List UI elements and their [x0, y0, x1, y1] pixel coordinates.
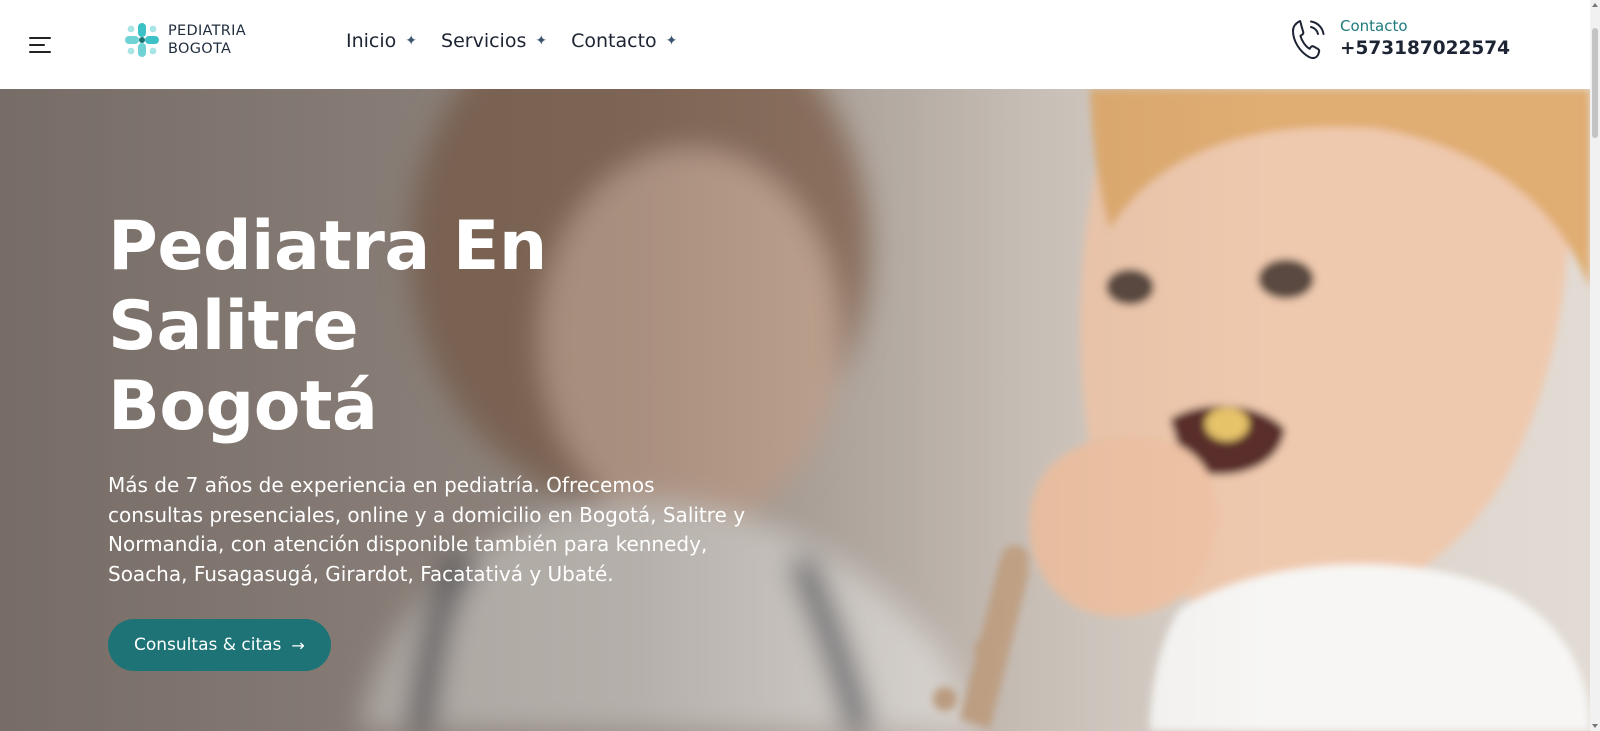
hero-content: Pediatra En Salitre Bogotá Más de 7 años… [108, 207, 758, 671]
contact-phone[interactable]: +573187022574 [1340, 36, 1510, 62]
hero-title-line-1: Pediatra En Salitre [108, 207, 547, 366]
hero-section: Pediatra En Salitre Bogotá Más de 7 años… [0, 89, 1590, 731]
arrow-right-icon: → [291, 635, 305, 655]
site-logo[interactable]: PEDIATRIA BOGOTA [124, 22, 246, 58]
logo-text: PEDIATRIA BOGOTA [168, 22, 246, 58]
nav-item-label: Contacto [571, 30, 657, 52]
page-scrollbar[interactable] [1590, 0, 1600, 731]
contact-text: Contacto +573187022574 [1340, 16, 1510, 62]
logo-line-1: PEDIATRIA [168, 23, 246, 39]
nav-item-label: Servicios [441, 30, 527, 52]
site-header: PEDIATRIA BOGOTA Inicio ✦ Servicios ✦ Co… [0, 0, 1590, 89]
hero-title-line-2: Bogotá [108, 367, 378, 446]
main-nav: Inicio ✦ Servicios ✦ Contacto ✦ [346, 30, 701, 52]
scroll-thumb[interactable] [1592, 28, 1598, 138]
nav-item-servicios[interactable]: Servicios ✦ [441, 30, 547, 52]
scroll-down-icon[interactable] [1592, 724, 1598, 728]
logo-line-2: BOGOTA [168, 41, 232, 57]
hamburger-menu-icon[interactable] [29, 35, 53, 55]
medical-cross-icon [125, 23, 159, 57]
contact-label: Contacto [1340, 17, 1408, 35]
nav-item-inicio[interactable]: Inicio ✦ [346, 30, 417, 52]
header-contact[interactable]: Contacto +573187022574 [1290, 16, 1510, 62]
sparkle-icon: ✦ [535, 33, 548, 49]
hero-description: Más de 7 años de experiencia en pediatrí… [108, 473, 746, 586]
phone-call-icon [1292, 20, 1325, 60]
nav-item-contacto[interactable]: Contacto ✦ [571, 30, 677, 52]
nav-item-label: Inicio [346, 30, 397, 52]
scroll-up-icon[interactable] [1592, 3, 1598, 7]
consultas-citas-button[interactable]: Consultas & citas → [108, 619, 331, 671]
hero-title: Pediatra En Salitre Bogotá [108, 207, 758, 447]
sparkle-icon: ✦ [665, 33, 678, 49]
cta-label: Consultas & citas [134, 635, 282, 655]
sparkle-icon: ✦ [405, 33, 418, 49]
